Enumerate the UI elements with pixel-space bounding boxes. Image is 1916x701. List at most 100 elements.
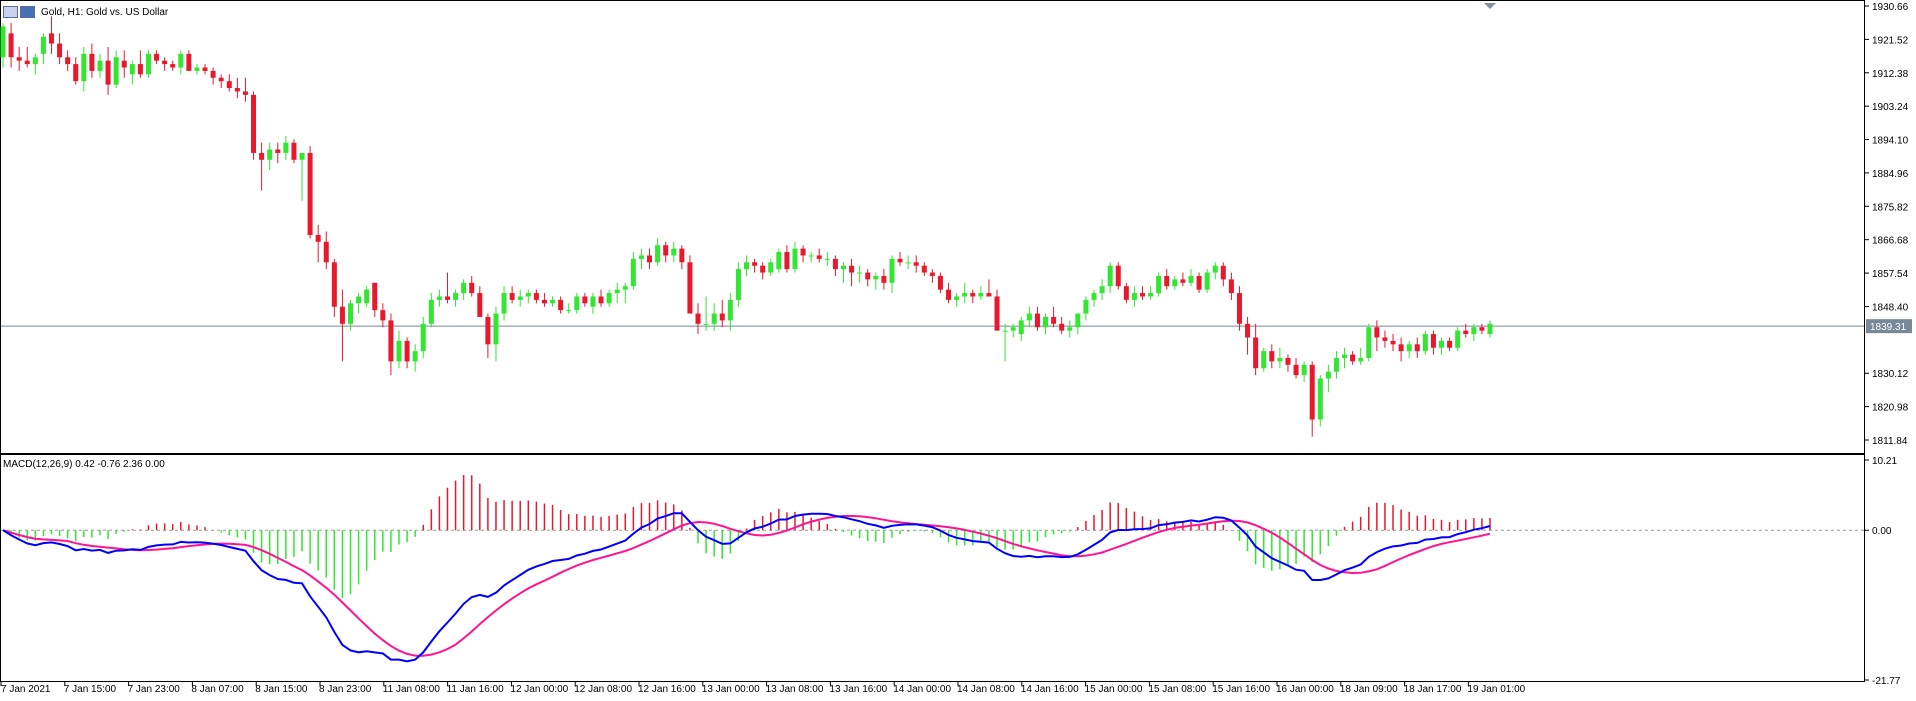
candle-body — [1269, 351, 1275, 362]
candle — [1075, 313, 1081, 335]
candle-body — [1091, 293, 1097, 300]
candle — [1018, 316, 1024, 341]
candle — [1034, 306, 1040, 331]
candle — [299, 152, 305, 201]
candle-body — [574, 296, 580, 311]
candle-body — [703, 323, 709, 325]
candle — [331, 258, 337, 317]
price-tick-label: 1903.24 — [1872, 102, 1909, 113]
candle — [1430, 330, 1436, 355]
candle — [81, 47, 87, 92]
candle — [937, 272, 943, 294]
candle-body — [65, 57, 71, 65]
candle — [453, 289, 459, 307]
candle-body — [1333, 357, 1339, 372]
candle-body — [1043, 316, 1049, 328]
candle — [752, 258, 758, 273]
candle — [89, 43, 95, 78]
candle — [469, 275, 475, 297]
candle — [1374, 320, 1380, 352]
time-tick-label: 13 Jan 00:00 — [702, 684, 760, 695]
candle-body — [614, 289, 620, 294]
candle-body — [1301, 364, 1307, 376]
time-tick-label: 8 Jan 07:00 — [191, 684, 244, 695]
candle — [946, 282, 952, 304]
candle-body — [663, 245, 669, 256]
chart-window[interactable]: Gold, H1: Gold vs. US Dollar MACD(12,26,… — [0, 0, 1916, 701]
candle — [1366, 323, 1372, 362]
time-tick-label: 11 Jan 08:00 — [383, 684, 441, 695]
candle-body — [113, 57, 119, 85]
candle-body — [1245, 323, 1251, 338]
candle-body — [218, 77, 224, 82]
candle-body — [226, 81, 232, 89]
candle — [1164, 269, 1170, 290]
candle-body — [121, 60, 127, 68]
candle-body — [784, 252, 790, 270]
candle — [48, 16, 54, 54]
candle-body — [1455, 330, 1461, 348]
candle — [154, 50, 160, 65]
candle — [1123, 282, 1129, 304]
candle-body — [590, 296, 596, 307]
candle — [873, 272, 879, 290]
candle-body — [242, 91, 248, 95]
candle-body — [194, 67, 200, 71]
candle — [73, 57, 79, 85]
candle — [630, 252, 636, 290]
candle — [1115, 262, 1121, 290]
candle-body — [275, 149, 281, 153]
candle — [364, 286, 370, 307]
candle-body — [129, 64, 135, 75]
candle — [1422, 330, 1428, 355]
candle-body — [1107, 265, 1113, 287]
candle-body — [16, 57, 22, 61]
candle — [339, 289, 345, 362]
candle — [1043, 313, 1049, 335]
candle-body — [1374, 327, 1380, 338]
candle — [1325, 364, 1331, 393]
price-tick-label: 1875.82 — [1872, 202, 1909, 213]
candle-body — [1018, 320, 1024, 335]
candle-body — [1123, 286, 1129, 300]
time-tick-label: 13 Jan 08:00 — [766, 684, 824, 695]
candle — [881, 269, 887, 290]
candle-body — [792, 248, 798, 270]
candle — [1455, 327, 1461, 352]
candle-body — [1059, 323, 1065, 331]
candle — [606, 289, 612, 307]
candle — [170, 60, 176, 71]
candle-body — [1131, 293, 1137, 300]
candle — [137, 50, 143, 78]
candle — [622, 282, 628, 304]
candle — [32, 53, 38, 75]
candle-body — [1487, 323, 1493, 335]
candle — [776, 248, 782, 273]
candle-body — [1382, 337, 1388, 341]
candle — [380, 303, 386, 328]
candle — [1131, 286, 1137, 307]
price-y-axis: 1930.66 1921.52 1912.38 1903.24 1894.10 1884.… — [1864, 2, 1909, 447]
time-tick-label: 12 Jan 16:00 — [638, 684, 696, 695]
candle — [743, 255, 750, 276]
candle-body — [582, 296, 588, 304]
candle — [1204, 269, 1210, 294]
candle-body — [267, 149, 273, 160]
candle — [614, 282, 620, 304]
candle — [1487, 320, 1493, 338]
candle — [566, 303, 572, 314]
candle-body — [493, 313, 499, 345]
candle-body — [436, 296, 442, 300]
candle-body — [525, 293, 531, 297]
price-tick-label: 1820.98 — [1872, 403, 1909, 414]
candle-body — [752, 262, 758, 266]
candle — [493, 306, 499, 362]
candle-body — [800, 248, 806, 256]
candle-body — [897, 258, 903, 263]
candle-body — [889, 258, 895, 283]
candle-body — [1358, 357, 1364, 362]
candle — [420, 316, 426, 358]
candle — [210, 67, 216, 85]
candle — [1447, 337, 1453, 352]
price-tick-label: 1830.12 — [1872, 369, 1909, 380]
